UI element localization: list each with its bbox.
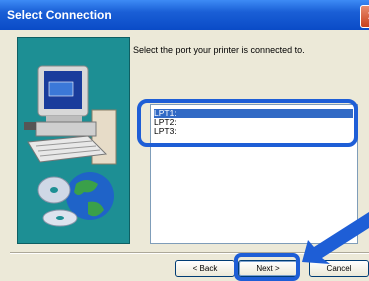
- back-button[interactable]: < Back: [175, 260, 235, 277]
- port-list-highlight: [137, 99, 358, 147]
- title-bar: Select Connection ✕: [0, 0, 369, 30]
- wizard-side-image: [17, 37, 130, 244]
- button-separator: [10, 252, 369, 254]
- instruction-text: Select the port your printer is connecte…: [133, 45, 305, 55]
- window-title: Select Connection: [7, 8, 112, 22]
- cancel-button[interactable]: Cancel: [309, 260, 369, 277]
- close-button[interactable]: ✕: [360, 5, 369, 28]
- select-connection-dialog: Select Connection ✕: [0, 0, 369, 281]
- computer-globe-illustration: [24, 65, 117, 227]
- next-button-highlight: [234, 253, 300, 281]
